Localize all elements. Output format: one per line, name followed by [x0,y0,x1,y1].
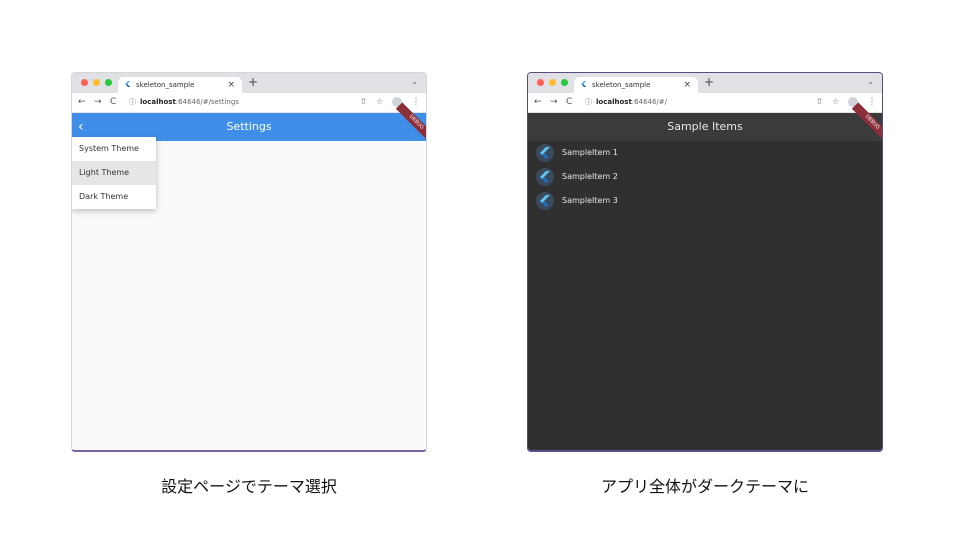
new-tab-button[interactable]: + [704,75,714,89]
list-item-label: SampleItem 3 [562,196,618,205]
minimize-window-button[interactable] [549,79,556,86]
url-field[interactable]: ⓘ localhost:64646/#/ [582,96,792,109]
kebab-menu-icon[interactable]: ⋮ [412,97,420,106]
list-item[interactable]: SampleItem 2 [528,165,882,189]
maximize-window-button[interactable] [105,79,112,86]
caption-right: アプリ全体がダークテーマに [600,477,809,496]
tab-title: skeleton_sample [136,81,195,89]
info-icon: ⓘ [585,98,592,106]
app-bar: Sample Items DEBUG [528,102,882,143]
reload-icon[interactable]: C [110,97,116,107]
maximize-window-button[interactable] [561,79,568,86]
close-tab-icon[interactable]: × [683,77,691,93]
browser-window-sample-items: skeleton_sample × + ⌄ ← → C ⓘ localhost:… [527,72,883,452]
list-item-label: SampleItem 1 [562,148,618,157]
window-controls [81,79,112,86]
flutter-logo-icon [536,192,554,210]
reload-icon[interactable]: C [566,97,572,107]
kebab-menu-icon[interactable]: ⋮ [868,97,876,106]
caption-left: 設定ページでテーマ選択 [161,477,337,496]
tab-title: skeleton_sample [592,81,651,89]
flutter-logo-icon [536,168,554,186]
url-field[interactable]: ⓘ localhost:64646/#/settings [126,96,336,109]
url-host: localhost [596,98,632,106]
address-bar-row: ← → C ⓘ localhost:64646/#/settings ⇧ ☆ ⋮ [72,93,426,113]
menu-item-light-theme[interactable]: Light Theme [72,161,156,185]
new-tab-button[interactable]: + [248,75,258,89]
tab-strip: skeleton_sample × + ⌄ [72,73,426,93]
forward-icon[interactable]: → [550,97,558,107]
close-window-button[interactable] [537,79,544,86]
browser-tab[interactable]: skeleton_sample × [574,77,698,93]
list-item-label: SampleItem 2 [562,172,618,181]
browser-window-settings: skeleton_sample × + ⌄ ← → C ⓘ localhost:… [71,72,427,452]
flutter-logo-icon [536,144,554,162]
url-host: localhost [140,98,176,106]
close-tab-icon[interactable]: × [227,77,235,93]
url-path: :64646/#/ [631,98,668,106]
share-icon[interactable]: ⇧ [816,97,823,106]
page-title: Sample Items [667,120,743,133]
back-icon[interactable]: ← [78,97,86,107]
tab-search-chevron-icon[interactable]: ⌄ [411,77,418,86]
app-body: System Theme Light Theme Dark Theme [72,137,426,450]
url-path: :64646/#/settings [175,98,239,106]
close-window-button[interactable] [81,79,88,86]
list-item[interactable]: SampleItem 3 [528,189,882,213]
flutter-icon [125,81,131,87]
tab-strip: skeleton_sample × + ⌄ [528,73,882,93]
forward-icon[interactable]: → [94,97,102,107]
menu-item-system-theme[interactable]: System Theme [72,137,156,161]
menu-item-dark-theme[interactable]: Dark Theme [72,185,156,209]
tab-search-chevron-icon[interactable]: ⌄ [867,77,874,86]
list-item[interactable]: SampleItem 1 [528,141,882,165]
back-icon[interactable]: ← [534,97,542,107]
share-icon[interactable]: ⇧ [360,97,367,106]
minimize-window-button[interactable] [93,79,100,86]
window-controls [537,79,568,86]
browser-tab[interactable]: skeleton_sample × [118,77,242,93]
star-icon[interactable]: ☆ [376,97,383,106]
theme-dropdown-menu: System Theme Light Theme Dark Theme [72,137,156,209]
address-bar-row: ← → C ⓘ localhost:64646/#/ ⇧ ☆ ⋮ [528,93,882,113]
star-icon[interactable]: ☆ [832,97,839,106]
info-icon: ⓘ [129,98,136,106]
app-body: SampleItem 1 SampleItem 2 SampleItem 3 [528,141,882,450]
page-title: Settings [226,120,272,133]
flutter-icon [581,81,587,87]
